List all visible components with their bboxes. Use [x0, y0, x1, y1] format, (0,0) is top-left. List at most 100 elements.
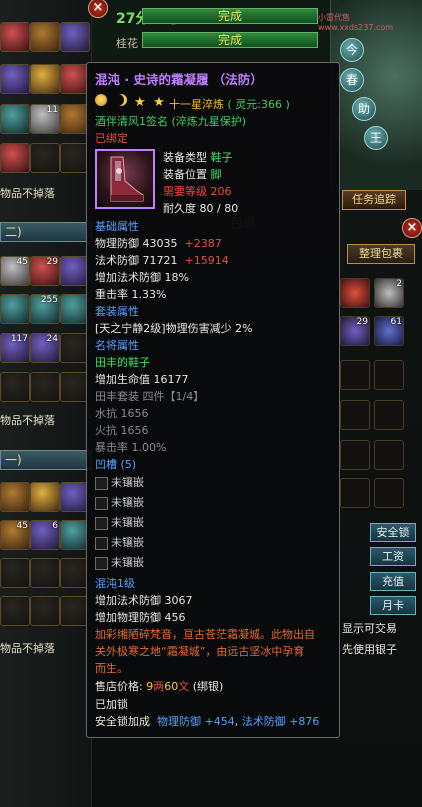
left-inventory-column: 11 物品不掉落 二) 45 29 255 117 24 物品不掉落 一) 45… — [0, 0, 92, 807]
chaos-attr: 增加物理防御 456 — [95, 611, 186, 624]
sort-bag-button[interactable]: 整理包裹 — [347, 244, 415, 264]
bag-slot[interactable] — [340, 278, 370, 308]
bag-slot[interactable] — [340, 440, 370, 470]
required-level-row: 需要等级 206 — [163, 185, 232, 198]
signature-line: 酒伴清风1签名 (淬炼九星保护) — [95, 115, 247, 128]
bag-slot[interactable] — [340, 360, 370, 390]
socket-slot: 未镶嵌 — [95, 514, 144, 530]
section-header[interactable]: 一) — [0, 450, 92, 470]
inventory-slot[interactable]: 255 — [30, 294, 60, 324]
item-title: 混沌 · 史诗的霜凝履 （法防） — [95, 72, 263, 87]
inventory-slot[interactable] — [30, 143, 60, 173]
no-drop-label: 物品不掉落 — [0, 187, 55, 200]
attr-row: 重击率 1.33% — [95, 288, 167, 301]
durability-row: 耐久度 80 / 80 — [163, 202, 239, 215]
minimap-button[interactable]: 王 — [364, 126, 388, 150]
sell-price: 售店价格: 9两60文 (绑银) — [95, 680, 224, 693]
inventory-slot[interactable] — [0, 143, 30, 173]
inventory-slot[interactable] — [0, 558, 30, 588]
inventory-slot[interactable] — [0, 596, 30, 626]
inventory-slot[interactable]: 45 — [0, 520, 30, 550]
empty-socket-icon — [95, 556, 108, 570]
safe-lock-bonus: 安全锁加成 物理防御 +454, 法术防御 +876 — [95, 715, 320, 728]
inactive-attr: 火抗 1656 — [95, 424, 149, 437]
socket-slot: 未镶嵌 — [95, 494, 144, 510]
inventory-slot[interactable] — [30, 22, 60, 52]
famous-attribute: 增加生命值 16177 — [95, 373, 189, 386]
star-icon: ★ — [134, 95, 146, 110]
close-icon[interactable]: × — [402, 218, 422, 238]
inventory-slot[interactable]: 24 — [30, 333, 60, 363]
bag-slot[interactable] — [340, 400, 370, 430]
wage-button[interactable]: 工资 — [370, 547, 416, 566]
bag-slot[interactable]: 29 — [340, 316, 370, 346]
inventory-slot[interactable]: 11 — [30, 104, 60, 134]
socket-slot: 未镶嵌 — [95, 534, 144, 550]
minimap-button[interactable]: 今 — [340, 38, 364, 62]
inventory-slot[interactable] — [30, 64, 60, 94]
inactive-attr: 暴击率 1.00% — [95, 441, 167, 454]
task-tracking-button[interactable]: 任务追踪 — [342, 190, 406, 210]
empty-socket-icon — [95, 536, 108, 550]
moon-icon — [115, 94, 127, 106]
use-silver-first-toggle[interactable]: 先使用银子 — [342, 641, 397, 657]
empty-socket-icon — [95, 496, 108, 510]
bag-slot[interactable]: 2 — [374, 278, 404, 308]
bag-slot[interactable]: 61 — [374, 316, 404, 346]
equip-type-row: 装备类型 鞋子 — [163, 151, 233, 164]
progress-bar: 完成 — [142, 32, 318, 48]
set-attribute: [天之宁静2级]物理伤害减少 2% — [95, 322, 253, 335]
bag-slot[interactable] — [374, 400, 404, 430]
inventory-slot[interactable] — [30, 372, 60, 402]
inventory-slot[interactable] — [0, 294, 30, 324]
chaos-level-header: 混沌1级 — [95, 577, 135, 590]
inventory-slot[interactable] — [0, 482, 30, 512]
inventory-slot[interactable] — [60, 22, 90, 52]
attr-row: 法术防御 71721 +15914 — [95, 254, 229, 267]
socket-slot: 未镶嵌 — [95, 554, 144, 570]
inventory-slot[interactable] — [0, 372, 30, 402]
minimap-button[interactable]: 春 — [340, 68, 364, 92]
inventory-slot[interactable] — [30, 482, 60, 512]
socket-header: 凹槽 (5) — [95, 458, 137, 471]
socket-slot: 未镶嵌 — [95, 474, 144, 490]
inventory-slot[interactable] — [0, 22, 30, 52]
minimap-button[interactable]: 助 — [352, 97, 376, 121]
safe-lock-button[interactable]: 安全锁 — [370, 523, 416, 542]
no-drop-label: 物品不掉落 — [0, 642, 55, 655]
famous-set-progress: 田丰套装 四件【1/4】 — [95, 390, 205, 403]
bag-slot[interactable] — [374, 478, 404, 508]
flavor-text-line: 加彩缃陋碎梵音，亘古苍茫霜凝城。此物出自 — [95, 628, 315, 641]
bound-status: 已绑定 — [95, 132, 128, 145]
bag-slot[interactable] — [340, 478, 370, 508]
item-tooltip: 混沌 · 史诗的霜凝履 （法防） ★ ★ 十一星淬炼 ( 灵元:366 ) 酒伴… — [86, 62, 340, 738]
famous-general-header: 名将属性 — [95, 339, 139, 352]
bag-slot[interactable] — [374, 360, 404, 390]
bag-slot[interactable] — [374, 440, 404, 470]
section-header[interactable]: 二) — [0, 222, 92, 242]
inventory-slot[interactable]: 29 — [30, 256, 60, 286]
locked-status: 已加锁 — [95, 698, 128, 711]
inventory-slot[interactable] — [30, 596, 60, 626]
inventory-slot[interactable] — [30, 558, 60, 588]
attr-row: 物理防御 43035 +2387 — [95, 237, 222, 250]
inventory-slot[interactable]: 117 — [0, 333, 30, 363]
inventory-slot[interactable]: 45 — [0, 256, 30, 286]
smile-icon — [95, 94, 107, 106]
star-icon: ★ — [153, 95, 165, 110]
show-tradable-toggle[interactable]: 显示可交易 — [342, 620, 397, 636]
inventory-slot[interactable]: 6 — [30, 520, 60, 550]
monthly-card-button[interactable]: 月卡 — [370, 596, 416, 615]
inactive-attr: 水抗 1656 — [95, 407, 149, 420]
boots-icon — [95, 149, 155, 209]
empty-socket-icon — [95, 516, 108, 530]
item-rating-icons: ★ ★ — [95, 94, 169, 109]
famous-item-name: 田丰的鞋子 — [95, 356, 150, 369]
equip-slot-row: 装备位置 脚 — [163, 168, 222, 181]
osmanthus-label: 桂花 — [116, 37, 138, 50]
recharge-button[interactable]: 充值 — [370, 572, 416, 591]
inventory-slot[interactable] — [0, 104, 30, 134]
inventory-slot[interactable] — [0, 64, 30, 94]
progress-bar: 完成 — [142, 8, 318, 24]
refine-level: 十一星淬炼 ( 灵元:366 ) — [169, 98, 290, 111]
